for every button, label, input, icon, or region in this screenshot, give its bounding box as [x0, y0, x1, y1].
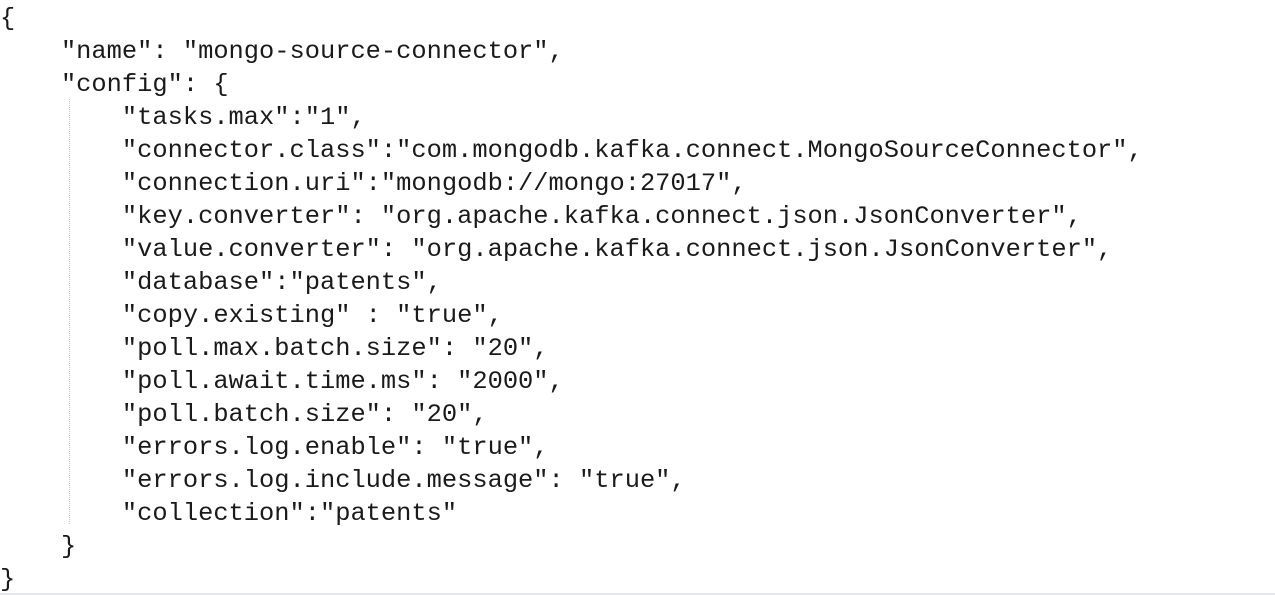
code-line: "connector.class":"com.mongodb.kafka.con…	[0, 136, 1143, 165]
code-line: "tasks.max":"1",	[0, 103, 366, 132]
code-editor[interactable]: { "name": "mongo-source-connector", "con…	[0, 0, 1275, 593]
code-line: "config": {	[0, 70, 229, 99]
code-line: "database":"patents",	[0, 268, 442, 297]
code-line: {	[0, 4, 16, 33]
code-line: }	[0, 565, 16, 593]
code-line: "copy.existing" : "true",	[0, 301, 503, 330]
code-line: "key.converter": "org.apache.kafka.conne…	[0, 202, 1082, 231]
code-line: "name": "mongo-source-connector",	[0, 37, 564, 66]
code-line: "value.converter": "org.apache.kafka.con…	[0, 235, 1113, 264]
code-line: "errors.log.enable": "true",	[0, 433, 549, 462]
code-line: "errors.log.include.message": "true",	[0, 466, 686, 495]
code-line: "connection.uri":"mongodb://mongo:27017"…	[0, 169, 747, 198]
code-line: "poll.max.batch.size": "20",	[0, 334, 549, 363]
code-line: "collection":"patents"	[0, 499, 458, 528]
code-line: }	[0, 532, 77, 561]
code-line: "poll.batch.size": "20",	[0, 400, 488, 429]
code-line: "poll.await.time.ms": "2000",	[0, 367, 564, 396]
